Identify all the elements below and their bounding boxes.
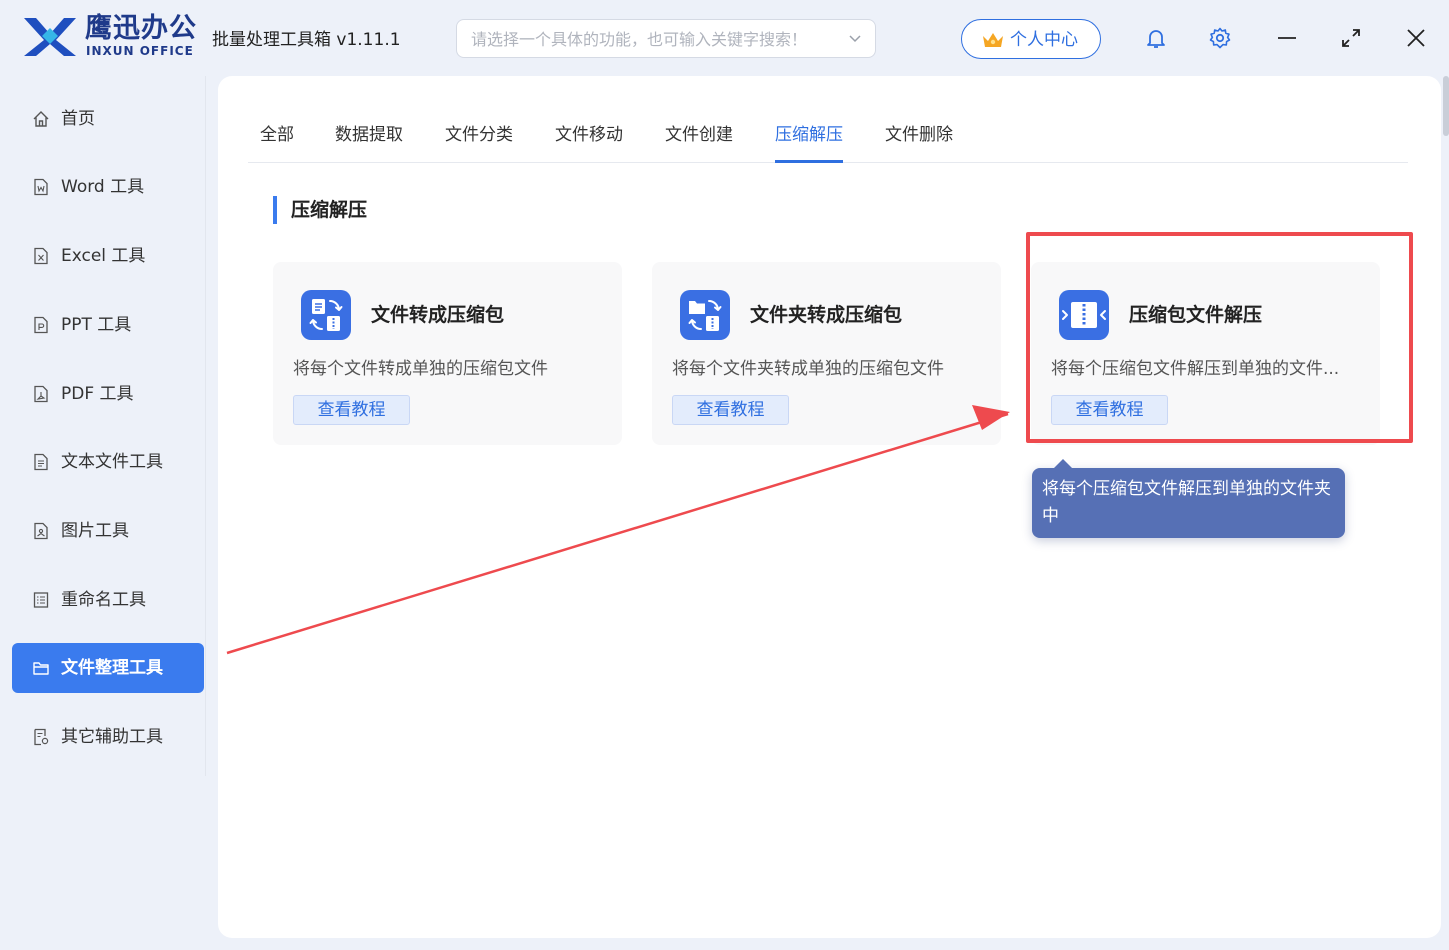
folder-to-archive-icon xyxy=(680,290,730,340)
card-description: 将每个文件夹转成单独的压缩包文件 xyxy=(672,359,944,379)
app-title: 批量处理工具箱 v1.11.1 xyxy=(212,30,401,50)
search-box[interactable] xyxy=(456,19,876,58)
excel-doc-icon xyxy=(34,247,48,265)
tab-file-classify[interactable]: 文件分类 xyxy=(445,123,513,147)
sidebar: 首页 Word 工具 Excel 工具 PPT 工具 PDF 工具 文本文件工具… xyxy=(0,76,206,776)
section-accent-bar xyxy=(273,196,277,224)
view-tutorial-button[interactable]: 查看教程 xyxy=(293,395,410,425)
tab-file-move[interactable]: 文件移动 xyxy=(555,123,623,147)
tool-card-folder-to-archive[interactable]: 文件夹转成压缩包 将每个文件夹转成单独的压缩包文件 查看教程 xyxy=(652,262,1001,445)
maximize-icon[interactable] xyxy=(1339,26,1363,50)
image-file-icon xyxy=(34,522,48,540)
sidebar-item-other-tools[interactable]: 其它辅助工具 xyxy=(12,712,204,762)
sidebar-item-word[interactable]: Word 工具 xyxy=(12,162,204,212)
user-center-button[interactable]: 个人中心 xyxy=(961,19,1101,59)
sidebar-item-excel[interactable]: Excel 工具 xyxy=(12,231,204,281)
tab-data-extract[interactable]: 数据提取 xyxy=(335,123,403,147)
file-to-archive-icon xyxy=(301,290,351,340)
sidebar-item-label: PDF 工具 xyxy=(61,384,134,404)
crown-icon xyxy=(983,33,1003,47)
category-tabs: 全部 数据提取 文件分类 文件移动 文件创建 压缩解压 文件删除 xyxy=(248,112,1408,163)
highlight-box xyxy=(1026,232,1413,443)
sidebar-item-label: PPT 工具 xyxy=(61,315,132,335)
sidebar-item-label: 图片工具 xyxy=(61,521,129,541)
tooltip-text: 将每个压缩包文件解压到单独的文件夹中 xyxy=(1042,479,1331,526)
tools-icon xyxy=(34,728,49,746)
brand-name: 鹰迅办公 xyxy=(85,13,197,44)
sidebar-item-label: 文件整理工具 xyxy=(61,658,163,678)
rename-icon xyxy=(33,592,49,608)
search-input[interactable] xyxy=(471,28,831,50)
view-tutorial-button[interactable]: 查看教程 xyxy=(672,395,789,425)
text-file-icon xyxy=(34,453,48,471)
card-title: 文件转成压缩包 xyxy=(371,304,505,326)
brand-name-en: INXUN OFFICE xyxy=(86,44,194,58)
sidebar-item-image[interactable]: 图片工具 xyxy=(12,506,204,556)
card-description: 将每个文件转成单独的压缩包文件 xyxy=(293,359,548,379)
tab-file-delete[interactable]: 文件删除 xyxy=(885,123,953,147)
tooltip: 将每个压缩包文件解压到单独的文件夹中 xyxy=(1032,459,1345,538)
user-center-label: 个人中心 xyxy=(1010,30,1078,50)
bell-icon[interactable] xyxy=(1144,26,1168,50)
sidebar-item-label: Word 工具 xyxy=(61,177,145,197)
tab-all[interactable]: 全部 xyxy=(260,123,294,147)
sidebar-item-home[interactable]: 首页 xyxy=(12,94,204,144)
sidebar-item-ppt[interactable]: PPT 工具 xyxy=(12,300,204,350)
sidebar-item-file-organize[interactable]: 文件整理工具 xyxy=(12,643,204,693)
minimize-icon[interactable] xyxy=(1275,26,1299,50)
sidebar-item-label: 其它辅助工具 xyxy=(61,727,163,747)
tab-compress-extract[interactable]: 压缩解压 xyxy=(775,123,843,163)
inxun-logo-icon xyxy=(24,18,76,56)
folder-icon xyxy=(33,662,49,675)
scrollbar[interactable] xyxy=(1443,76,1449,136)
word-doc-icon xyxy=(34,178,48,196)
section-title: 压缩解压 xyxy=(291,199,368,221)
sidebar-item-label: Excel 工具 xyxy=(61,246,146,266)
title-bar: 鹰迅办公 INXUN OFFICE 批量处理工具箱 v1.11.1 个人中心 xyxy=(0,0,1449,76)
sidebar-item-label: 首页 xyxy=(61,109,95,129)
home-icon xyxy=(33,111,49,127)
sidebar-item-label: 文本文件工具 xyxy=(61,452,163,472)
sidebar-item-label: 重命名工具 xyxy=(61,590,146,610)
gear-icon[interactable] xyxy=(1208,26,1232,50)
sidebar-item-pdf[interactable]: PDF 工具 xyxy=(12,369,204,419)
card-title: 文件夹转成压缩包 xyxy=(750,304,903,326)
sidebar-item-text[interactable]: 文本文件工具 xyxy=(12,437,204,487)
chevron-down-icon[interactable] xyxy=(847,30,863,46)
sidebar-item-rename[interactable]: 重命名工具 xyxy=(12,575,204,625)
ppt-doc-icon xyxy=(34,316,48,334)
pdf-doc-icon xyxy=(34,385,48,403)
tool-card-file-to-archive[interactable]: 文件转成压缩包 将每个文件转成单独的压缩包文件 查看教程 xyxy=(273,262,622,445)
close-icon[interactable] xyxy=(1404,26,1428,50)
tab-file-create[interactable]: 文件创建 xyxy=(665,123,733,147)
